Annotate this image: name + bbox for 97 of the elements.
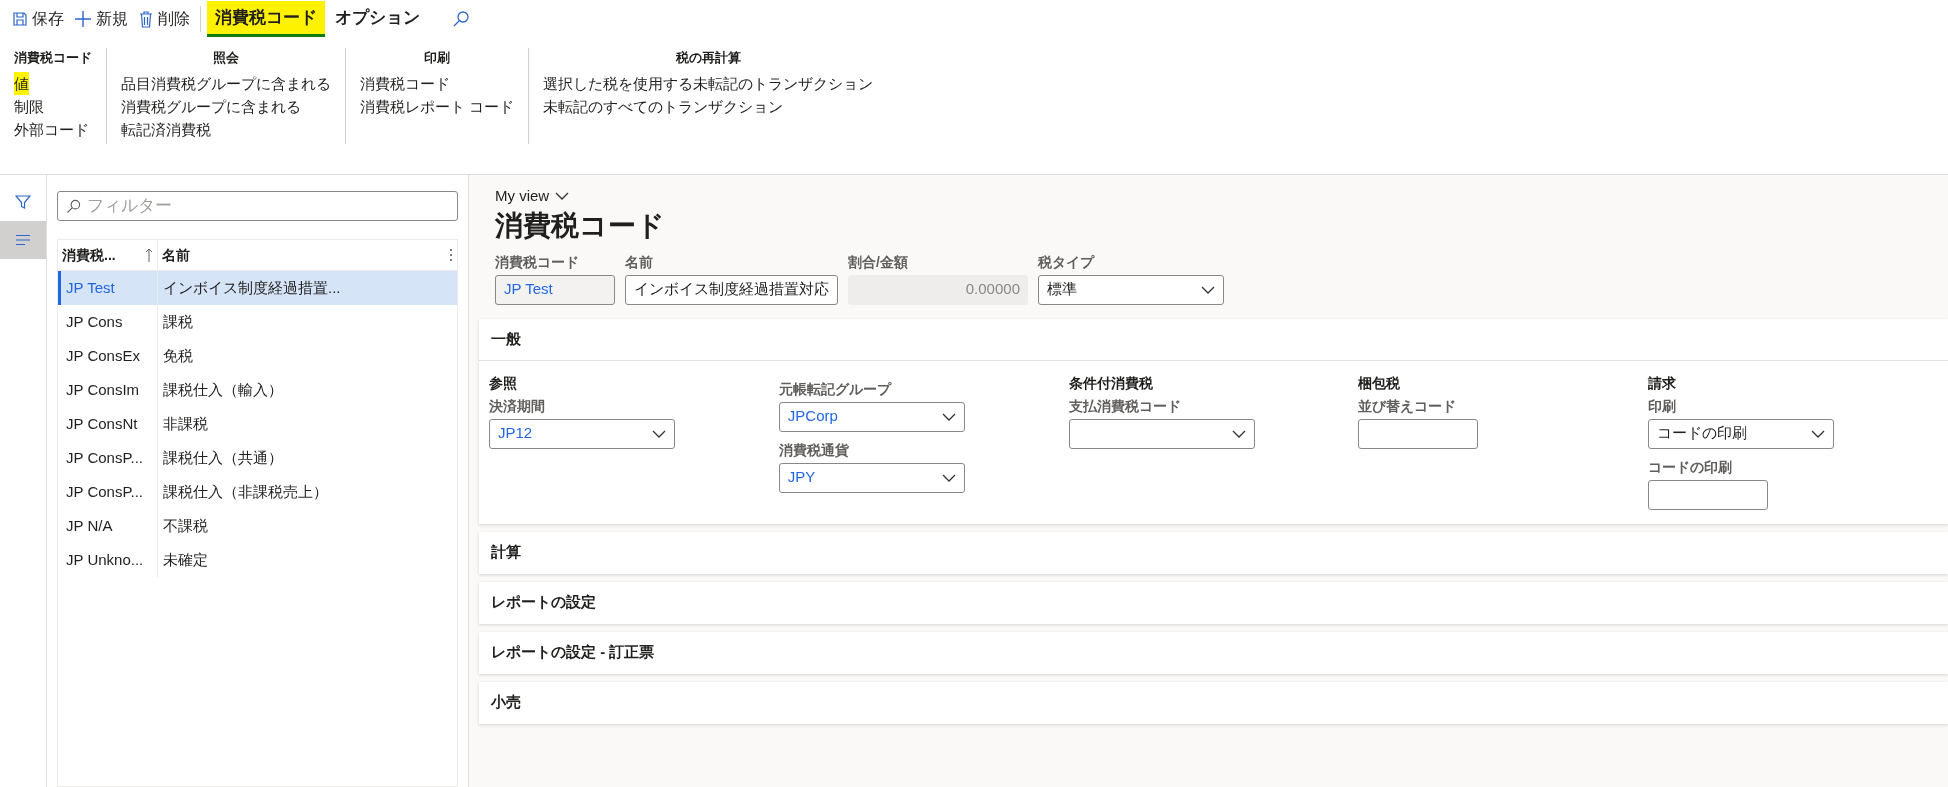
group-heading: 梱包税 (1358, 373, 1402, 393)
chevron-down-icon (941, 473, 956, 482)
ribbon-tab[interactable]: オプション (327, 1, 428, 37)
dropdown-field[interactable]: JP12 (489, 418, 675, 449)
ribbon-item[interactable]: 値 (14, 71, 29, 95)
field-label: 消費税通貨 (778, 440, 850, 460)
list-row[interactable]: JP Unkno... 未確定 (58, 543, 457, 577)
toolbar-button[interactable]: 保存 (8, 3, 68, 35)
ribbon-group-title: 消費税コード (14, 49, 92, 67)
search-icon (66, 198, 81, 214)
text-field[interactable] (1648, 479, 1769, 510)
ribbon-group-title: 照会 (212, 49, 240, 67)
list-icon (15, 234, 31, 246)
ribbon-tab[interactable]: 消費税コード (207, 1, 325, 37)
field-label: 印刷 (1648, 396, 1678, 416)
field-label: 決済期間 (489, 396, 546, 416)
table-cell: JP ConsNt (61, 407, 158, 441)
field-label: コードの印刷 (1648, 457, 1734, 477)
table-cell-text: 未確定 (162, 549, 209, 570)
ribbon-group-title: 税の再計算 (674, 49, 742, 67)
page-title: 消費税コード (495, 208, 666, 243)
list-row[interactable]: JP ConsIm 課税仕入（輸入） (58, 373, 457, 407)
text-field[interactable] (1358, 418, 1479, 449)
chevron-down-icon (941, 412, 956, 421)
ribbon-item[interactable]: 品目消費税グループに含まれる (121, 71, 331, 95)
toolbar-button[interactable]: 新規 (70, 3, 132, 35)
table-cell: JP ConsP... (61, 475, 158, 509)
table-cell: JP N/A (61, 509, 158, 543)
section-header[interactable]: レポートの設定 (479, 581, 1948, 624)
rail-button[interactable] (0, 221, 46, 259)
ribbon-item[interactable]: 外部コード (14, 117, 89, 141)
search-icon[interactable] (452, 10, 470, 28)
list-row[interactable]: JP ConsEx 免税 (58, 339, 457, 373)
section-header[interactable]: レポートの設定 - 訂正票 (479, 631, 1948, 674)
field-label: 元帳転記グループ (778, 379, 893, 399)
table-cell-text: 課税仕入（輸入） (162, 379, 284, 400)
toolbar-button[interactable]: 削除 (134, 3, 194, 35)
chevron-down-icon (1201, 285, 1215, 294)
more-icon[interactable] (449, 248, 453, 262)
list-row[interactable]: JP ConsP... 課税仕入（共通） (58, 441, 457, 475)
ribbon-item[interactable]: 制限 (14, 94, 44, 118)
table-cell: JP Test (61, 271, 158, 305)
trash-icon (138, 10, 154, 28)
chevron-down-icon (1811, 429, 1826, 438)
text-field[interactable]: インボイス制度経過措置対応 (625, 274, 838, 305)
dropdown-field[interactable]: コードの印刷 (1648, 418, 1835, 449)
chevron-down-icon (652, 429, 666, 438)
table-cell-text: 非課税 (162, 413, 209, 434)
table-cell: JP ConsEx (61, 339, 158, 373)
table-cell: JP Unkno... (61, 543, 158, 577)
chevron-down-icon (1231, 429, 1246, 438)
list-row[interactable]: JP Cons 課税 (58, 305, 457, 339)
section-header[interactable]: 小売 (479, 681, 1948, 724)
field-label: 支払消費税コード (1068, 396, 1182, 416)
chevron-down-icon (555, 192, 570, 201)
ribbon-item[interactable]: 転記済消費税 (121, 117, 211, 141)
table-cell-text: 免税 (162, 345, 194, 366)
list-row[interactable]: JP Test インボイス制度経過措置... (58, 271, 457, 305)
table-cell-text: インボイス制度経過措置... (162, 277, 342, 298)
table-cell: JP ConsP... (61, 441, 158, 475)
readonly-field[interactable]: JP Test (495, 274, 615, 305)
group-heading: 参照 (489, 373, 518, 393)
table-cell-text: 課税 (162, 311, 194, 332)
ribbon-group-title: 印刷 (423, 49, 452, 67)
plus-icon (74, 10, 92, 28)
ribbon-item[interactable]: 未転記のすべてのトランザクション (543, 94, 784, 118)
column-header[interactable]: 消費税... (58, 240, 158, 270)
filter-icon (15, 194, 31, 210)
group-heading: 請求 (1648, 373, 1678, 393)
sort-up-icon (145, 248, 153, 262)
list-row[interactable]: JP ConsNt 非課税 (58, 407, 457, 441)
field-label: 名前 (625, 252, 654, 272)
dropdown-field[interactable] (1068, 418, 1255, 449)
field-label: 割合/金額 (848, 252, 909, 272)
section-header[interactable]: 一般 (479, 318, 1948, 361)
column-header[interactable]: 名前 (158, 240, 457, 270)
ribbon-item[interactable]: 消費税コード (360, 71, 450, 95)
table-cell: JP ConsIm (61, 373, 158, 407)
view-selector[interactable]: My view (495, 185, 570, 208)
dropdown-field[interactable]: JPCorp (778, 401, 965, 432)
table-cell: JP Cons (61, 305, 158, 339)
ribbon-item[interactable]: 選択した税を使用する未転記のトランザクション (543, 71, 874, 95)
ribbon-item[interactable]: 消費税レポート コード (360, 94, 515, 118)
table-cell-text: 課税仕入（共通） (162, 447, 284, 468)
list-row[interactable]: JP N/A 不課税 (58, 509, 457, 543)
table-cell-text: 課税仕入（非課税売上） (162, 481, 329, 502)
save-icon (12, 11, 28, 27)
dropdown-field[interactable]: JPY (778, 462, 965, 493)
list-row[interactable]: JP ConsP... 課税仕入（非課税売上） (58, 475, 457, 509)
field-label: 税タイプ (1038, 252, 1096, 272)
field-label: 並び替えコード (1358, 396, 1458, 416)
table-cell-text: 不課税 (162, 515, 209, 536)
dropdown-field[interactable]: 標準 (1038, 274, 1224, 305)
field-label: 消費税コード (495, 252, 580, 272)
section-header[interactable]: 計算 (479, 531, 1948, 574)
group-heading: 条件付消費税 (1068, 373, 1154, 393)
ribbon-item[interactable]: 消費税グループに含まれる (121, 94, 301, 118)
